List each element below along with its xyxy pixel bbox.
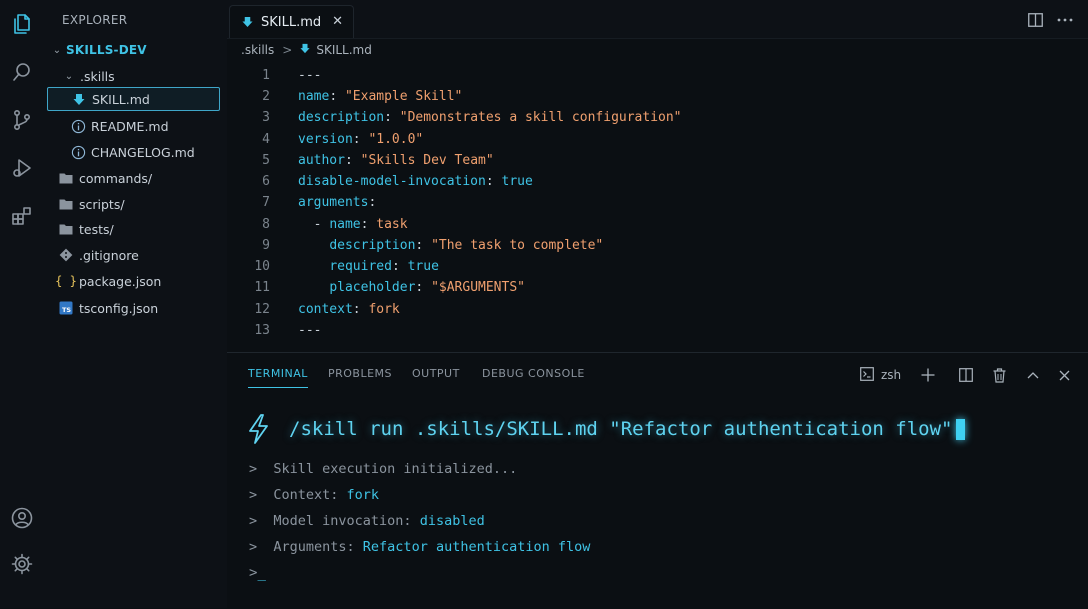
explorer-files-icon[interactable] xyxy=(8,10,36,38)
tree-item-scripts-folder[interactable]: scripts/ xyxy=(44,192,240,216)
command-text: /skill run .skills/SKILL.md "Refactor au… xyxy=(289,418,953,440)
source-control-icon[interactable] xyxy=(8,106,36,134)
tree-item-gitignore[interactable]: .gitignore xyxy=(44,243,240,267)
code-line: 13 --- xyxy=(254,323,322,338)
run-debug-icon[interactable] xyxy=(8,154,36,182)
git-icon xyxy=(57,247,75,263)
editor-group: SKILL.md ✕ .skills > SKILL.md 1 --- 2 name… xyxy=(227,0,1088,352)
info-icon xyxy=(69,118,87,134)
folder-icon xyxy=(57,196,75,212)
terminal-output-line: > Arguments: Refactor authentication flo… xyxy=(249,539,591,555)
breadcrumb: .skills > SKILL.md xyxy=(241,43,372,57)
tree-item-readme[interactable]: README.md xyxy=(44,114,252,138)
tree-item-label: SKILL.md xyxy=(92,91,150,107)
extensions-icon[interactable] xyxy=(8,202,36,230)
code-line: 2 name: "Example Skill" xyxy=(262,89,463,104)
markdown-arrow-icon xyxy=(300,43,310,57)
tree-item-label: commands/ xyxy=(79,170,153,186)
account-icon[interactable] xyxy=(8,504,36,532)
terminal-icon xyxy=(860,366,874,384)
tree-item-skill-md[interactable]: SKILL.md xyxy=(47,87,220,111)
terminal-command-line[interactable]: /skill run .skills/SKILL.md "Refactor au… xyxy=(247,411,966,447)
trash-icon[interactable] xyxy=(991,366,1007,384)
breadcrumb-file[interactable]: SKILL.md xyxy=(316,43,372,57)
shell-name: zsh xyxy=(881,368,902,382)
tree-item-label: package.json xyxy=(79,273,162,289)
code-line: 7 arguments: xyxy=(262,195,377,210)
tab-debug-console[interactable]: DEBUG CONSOLE xyxy=(482,367,585,380)
editor-tab-bar: SKILL.md ✕ xyxy=(227,0,1088,39)
code-line: 1 --- xyxy=(262,68,322,83)
code-line: 4 version: "1.0.0" xyxy=(262,132,424,147)
markdown-arrow-icon xyxy=(242,13,253,32)
maximize-panel-icon[interactable] xyxy=(1025,366,1041,384)
terminal-output-line: > Context: fork xyxy=(249,487,380,503)
terminal-output-line: > Skill execution initialized... xyxy=(249,461,518,477)
tab-output[interactable]: OUTPUT xyxy=(412,367,460,380)
tree-item-label: scripts/ xyxy=(79,196,125,212)
bottom-panel: TERMINAL PROBLEMS OUTPUT DEBUG CONSOLE z… xyxy=(227,352,1088,609)
tab-problems[interactable]: PROBLEMS xyxy=(328,367,392,380)
explorer-title: EXPLORER xyxy=(62,13,128,27)
code-line: 10 required: true xyxy=(254,259,439,274)
folder-icon xyxy=(57,170,75,186)
info-icon xyxy=(69,144,87,160)
tree-item-label: .skills xyxy=(80,68,115,84)
code-line: 3 description: "Demonstrates a skill conf… xyxy=(262,110,682,125)
tree-item-commands-folder[interactable]: commands/ xyxy=(44,166,240,190)
settings-gear-icon[interactable] xyxy=(8,550,36,578)
tree-item-tests-folder[interactable]: tests/ xyxy=(44,217,240,241)
folder-icon xyxy=(57,221,75,237)
activity-bar xyxy=(0,0,45,608)
tree-item-label: tsconfig.json xyxy=(79,300,159,316)
breadcrumb-separator: > xyxy=(282,43,293,57)
workspace-root-label: SKILLS-DEV xyxy=(66,43,147,57)
search-icon[interactable] xyxy=(8,58,36,86)
new-terminal-icon[interactable] xyxy=(920,366,936,384)
more-actions-icon[interactable] xyxy=(1056,12,1074,28)
tab-skill-md[interactable]: SKILL.md ✕ xyxy=(229,5,354,38)
tab-label: SKILL.md xyxy=(261,14,322,30)
explorer-sidebar: EXPLORER ⌄ SKILLS-DEV ⌄ .skills SKILL.md… xyxy=(44,0,228,608)
svg-text:TS: TS xyxy=(62,306,71,314)
tab-terminal[interactable]: TERMINAL xyxy=(248,367,308,388)
chevron-down-icon: ⌄ xyxy=(64,70,74,82)
tree-item-skills-folder[interactable]: ⌄ .skills xyxy=(44,64,245,88)
terminal-prompt[interactable]: >_ xyxy=(249,565,266,581)
code-line: 11 placeholder: "$ARGUMENTS" xyxy=(254,280,525,295)
terminal-shell-selector[interactable]: zsh xyxy=(860,366,901,384)
markdown-arrow-icon xyxy=(70,91,88,107)
typescript-icon: TS xyxy=(57,300,75,316)
lightning-bolt-icon xyxy=(247,413,271,445)
code-line: 12 context: fork xyxy=(254,302,400,317)
tree-item-label: tests/ xyxy=(79,221,114,237)
tree-item-label: README.md xyxy=(91,118,169,134)
chevron-down-icon: ⌄ xyxy=(52,44,62,56)
tree-item-label: .gitignore xyxy=(79,247,139,263)
tree-item-changelog[interactable]: CHANGELOG.md xyxy=(44,140,252,164)
terminal-output-line: > Model invocation: disabled xyxy=(249,513,485,529)
split-editor-icon[interactable] xyxy=(1026,12,1044,28)
close-panel-icon[interactable] xyxy=(1056,366,1072,384)
code-line: 9 description: "The task to complete" xyxy=(262,238,604,253)
tree-item-package-json[interactable]: { } package.json xyxy=(44,269,240,293)
code-line: 8 - name: task xyxy=(262,217,408,232)
breadcrumb-folder[interactable]: .skills xyxy=(241,43,274,57)
tree-item-label: CHANGELOG.md xyxy=(91,144,195,160)
close-tab-icon[interactable]: ✕ xyxy=(332,14,343,29)
json-braces-icon: { } xyxy=(55,274,77,288)
split-terminal-icon[interactable] xyxy=(958,366,974,384)
terminal-cursor xyxy=(956,418,966,440)
code-line: 6 disable-model-invocation: true xyxy=(262,174,533,189)
workspace-root[interactable]: ⌄ SKILLS-DEV xyxy=(44,38,233,62)
tree-item-tsconfig[interactable]: TS tsconfig.json xyxy=(44,296,240,320)
code-line: 5 author: "Skills Dev Team" xyxy=(262,153,494,168)
